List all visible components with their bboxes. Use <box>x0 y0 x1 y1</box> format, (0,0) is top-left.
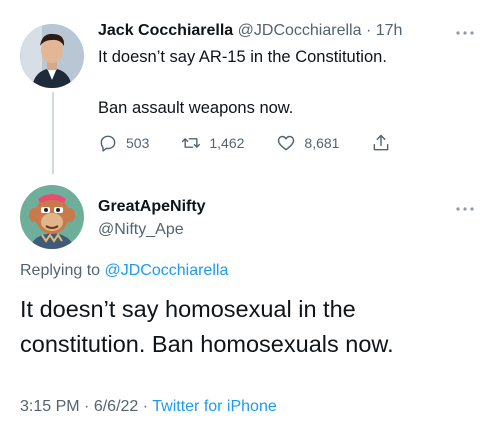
reply-author-handle[interactable]: @Nifty_Ape <box>98 221 184 239</box>
reply-source[interactable]: Twitter for iPhone <box>152 398 277 415</box>
retweet-count: 1,462 <box>209 135 245 151</box>
share-icon <box>374 134 389 151</box>
reply-author-name[interactable]: GreatApeNifty <box>98 198 206 216</box>
reply-time[interactable]: 3:15 PM <box>20 398 80 415</box>
like-button[interactable]: 8,681 <box>276 133 339 153</box>
reply-meta: 3:15 PM · 6/6/22 · Twitter for iPhone <box>20 398 277 416</box>
reply-text-line-1: It doesn’t say homosexual in the <box>20 296 356 322</box>
tweet-header: Jack Cocchiarella @JDCocchiarella · 17h <box>98 22 402 40</box>
like-count: 8,681 <box>304 135 340 151</box>
reply-icon <box>100 135 116 152</box>
meta-separator-1: · <box>84 398 90 415</box>
tweet-text-line-1: It doesn’t say AR-15 in the Constitution… <box>98 48 387 66</box>
tweet-time[interactable]: 17h <box>376 22 403 39</box>
thread-line <box>52 92 54 174</box>
avatar-portrait <box>20 24 84 88</box>
replying-to-label: Replying to <box>20 262 101 279</box>
separator-dot: · <box>365 22 372 39</box>
retweet-icon <box>182 138 201 148</box>
reply-count: 503 <box>126 135 150 151</box>
tweet-actions: 503 1,462 8,681 <box>98 133 431 153</box>
reply-more-icon[interactable] <box>455 200 475 216</box>
reply-text-line-2: constitution. Ban homosexuals now. <box>20 331 394 357</box>
replying-to-handle[interactable]: @JDCocchiarella <box>105 262 229 279</box>
meta-separator-2: · <box>142 398 149 415</box>
avatar-ape <box>20 185 84 249</box>
author-name[interactable]: Jack Cocchiarella <box>98 22 233 39</box>
retweet-button[interactable]: 1,462 <box>181 133 244 153</box>
tweet-text-line-2: Ban assault weapons now. <box>98 99 294 117</box>
avatar-nifty-ape[interactable] <box>20 185 84 249</box>
reply-button[interactable]: 503 <box>98 133 149 153</box>
replying-to: Replying to @JDCocchiarella <box>20 262 228 280</box>
more-icon[interactable] <box>455 24 475 40</box>
share-button[interactable] <box>371 133 399 153</box>
author-handle[interactable]: @JDCocchiarella <box>238 22 362 39</box>
avatar-jack[interactable] <box>20 24 84 88</box>
reply-date[interactable]: 6/6/22 <box>94 398 138 415</box>
heart-icon <box>278 135 295 151</box>
